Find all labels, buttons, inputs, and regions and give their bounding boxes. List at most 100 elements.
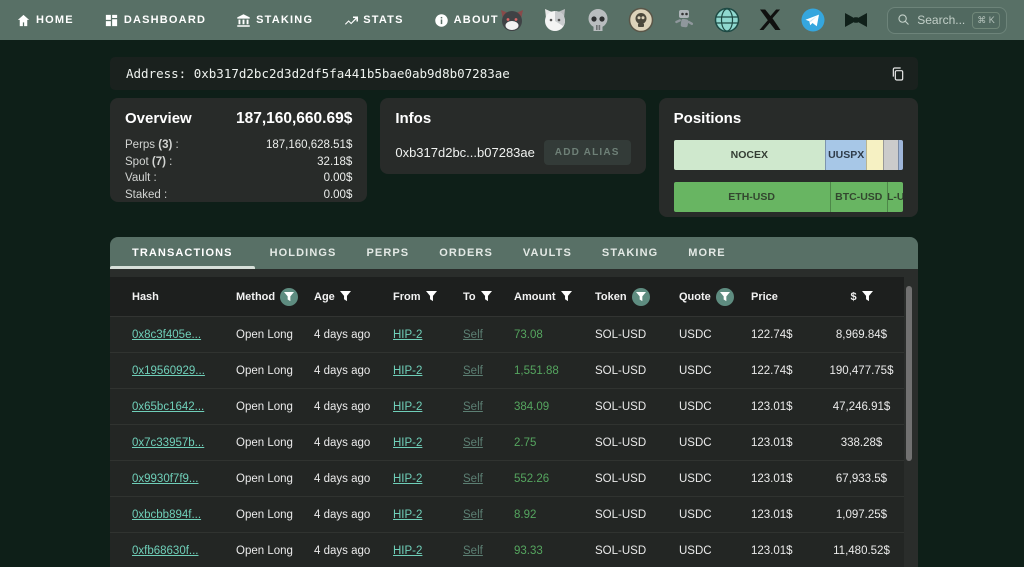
- column-header-age: Age: [314, 291, 393, 303]
- tab-staking[interactable]: STAKING: [587, 237, 673, 269]
- tx-from-link[interactable]: HIP-2: [393, 545, 463, 557]
- position-segment-eth-usd[interactable]: ETH-USD: [673, 182, 830, 212]
- tx-hash-link[interactable]: 0x9930f7f9...: [132, 473, 236, 485]
- tx-price: 123.01$: [751, 508, 793, 521]
- tx-amount: 552.26: [514, 472, 550, 485]
- bowtie-logo[interactable]: [843, 7, 869, 33]
- position-segment[interactable]: [883, 140, 899, 170]
- address-text: Address: 0xb317d2bc2d3d2df5fa441b5bae0ab…: [126, 66, 510, 81]
- tab-more[interactable]: MORE: [673, 237, 740, 269]
- nav-item-dashboard[interactable]: DASHBOARD: [104, 13, 206, 28]
- tx-from-link[interactable]: HIP-2: [393, 437, 463, 449]
- tx-to-link[interactable]: Self: [463, 509, 514, 521]
- tx-to-link[interactable]: Self: [463, 545, 514, 557]
- perps-allocation-bar: ETH-USDBTC-USDSOL-USD: [673, 182, 903, 212]
- tx-usd-value: 8,969.84$: [835, 328, 888, 341]
- tx-hash-link[interactable]: 0x8c3f405e...: [132, 329, 236, 341]
- tx-to-link[interactable]: Self: [463, 329, 514, 341]
- tx-quote: USDC: [679, 508, 712, 521]
- tab-vaults[interactable]: VAULTS: [508, 237, 587, 269]
- dark-cat-avatar[interactable]: [499, 7, 525, 33]
- tx-price: 123.01$: [751, 436, 793, 449]
- column-header-method: Method: [236, 287, 314, 306]
- tx-token: SOL-USD: [595, 436, 647, 449]
- transaction-row: 0x7c33957b... Open Long 4 days ago HIP-2 Sel…: [110, 425, 904, 461]
- globe-logo[interactable]: [714, 7, 740, 33]
- filter-icon[interactable]: [480, 291, 492, 302]
- copy-address-icon[interactable]: [890, 66, 906, 82]
- telegram-logo[interactable]: [800, 7, 826, 33]
- robot-avatar[interactable]: [671, 7, 697, 33]
- overview-row: Spot (7) :32.18$: [125, 155, 353, 168]
- address-bar: Address: 0xb317d2bc2d3d2df5fa441b5bae0ab…: [110, 57, 918, 90]
- nav-item-about[interactable]: ABOUT: [434, 13, 499, 28]
- position-segment[interactable]: [898, 140, 903, 170]
- filter-icon[interactable]: [715, 287, 734, 306]
- tx-to-link[interactable]: Self: [463, 401, 514, 413]
- tx-hash-link[interactable]: 0x65bc1642...: [132, 401, 236, 413]
- search-input[interactable]: Search... ⌘ K: [886, 6, 1007, 34]
- positions-card: Positions NOCEXUUSPX ETH-USDBTC-USDSOL-US…: [658, 98, 918, 217]
- tx-usd-value: 1,097.25$: [835, 508, 888, 521]
- skull-coin-avatar[interactable]: [628, 7, 654, 33]
- tx-quote: USDC: [679, 400, 712, 413]
- tab-holdings[interactable]: HOLDINGS: [255, 237, 352, 269]
- tx-to-link[interactable]: Self: [463, 365, 514, 377]
- tx-to-link[interactable]: Self: [463, 473, 514, 485]
- x-logo[interactable]: [757, 7, 783, 33]
- tx-quote: USDC: [679, 328, 712, 341]
- tx-amount: 384.09: [514, 400, 550, 413]
- tx-from-link[interactable]: HIP-2: [393, 509, 463, 521]
- tx-from-link[interactable]: HIP-2: [393, 365, 463, 377]
- tx-quote: USDC: [679, 436, 712, 449]
- social-icons: [499, 7, 869, 33]
- tx-usd-value: 67,933.5$: [835, 472, 888, 485]
- tab-transactions[interactable]: TRANSACTIONS: [110, 237, 255, 269]
- position-segment[interactable]: [866, 140, 884, 170]
- column-header-usd: $: [850, 291, 873, 303]
- tx-amount: 8.92: [514, 508, 537, 521]
- overview-row: Perps (3) :187,160,628.51$: [125, 139, 353, 151]
- position-segment-uuspx[interactable]: UUSPX: [825, 140, 867, 170]
- filter-icon[interactable]: [560, 291, 572, 302]
- add-alias-button[interactable]: ADD ALIAS: [543, 140, 631, 165]
- tx-hash-link[interactable]: 0x7c33957b...: [132, 437, 236, 449]
- tx-from-link[interactable]: HIP-2: [393, 473, 463, 485]
- table-scrollbar[interactable]: [906, 286, 912, 461]
- filter-icon[interactable]: [861, 291, 873, 302]
- position-segment-btc-usd[interactable]: BTC-USD: [829, 182, 887, 212]
- tx-method: Open Long: [236, 544, 293, 557]
- skull-avatar[interactable]: [585, 7, 611, 33]
- tx-price: 123.01$: [751, 544, 793, 557]
- tx-hash-link[interactable]: 0x19560929...: [132, 365, 236, 377]
- nav-item-home[interactable]: HOME: [16, 13, 74, 28]
- nav-item-stats[interactable]: STATS: [343, 13, 403, 28]
- overview-card: Overview 187,160,660.69$ Perps (3) :187,…: [110, 98, 368, 202]
- overview-row: Staked :0.00$: [125, 188, 353, 201]
- tx-price: 122.74$: [751, 364, 793, 377]
- tx-token: SOL-USD: [595, 508, 647, 521]
- tab-orders[interactable]: ORDERS: [424, 237, 508, 269]
- white-cat-avatar[interactable]: [542, 7, 568, 33]
- transaction-row: 0xbcbb894f... Open Long 4 days ago HIP-2 Sel…: [110, 497, 904, 533]
- tx-to-link[interactable]: Self: [463, 437, 514, 449]
- table-tabs: TRANSACTIONS HOLDINGS PERPS ORDERS VAULTS STA…: [110, 237, 918, 269]
- filter-icon[interactable]: [631, 287, 650, 306]
- filter-icon[interactable]: [339, 291, 351, 302]
- filter-icon[interactable]: [425, 291, 437, 302]
- column-header-amount: Amount: [514, 291, 595, 303]
- position-segment-sol-usd[interactable]: SOL-USD: [886, 182, 903, 212]
- filter-icon[interactable]: [280, 287, 299, 306]
- tx-age: 4 days ago: [314, 436, 371, 449]
- nav-item-staking[interactable]: STAKING: [236, 13, 313, 28]
- tx-hash-link[interactable]: 0xbcbb894f...: [132, 509, 236, 521]
- tx-method: Open Long: [236, 364, 293, 377]
- tx-amount: 1,551.88: [514, 364, 559, 377]
- column-header-quote: Quote: [679, 287, 751, 306]
- tx-from-link[interactable]: HIP-2: [393, 329, 463, 341]
- tx-amount: 73.08: [514, 328, 543, 341]
- tx-from-link[interactable]: HIP-2: [393, 401, 463, 413]
- position-segment-nocex[interactable]: NOCEX: [673, 140, 826, 170]
- tab-perps[interactable]: PERPS: [351, 237, 424, 269]
- tx-hash-link[interactable]: 0xfb68630f...: [132, 545, 236, 557]
